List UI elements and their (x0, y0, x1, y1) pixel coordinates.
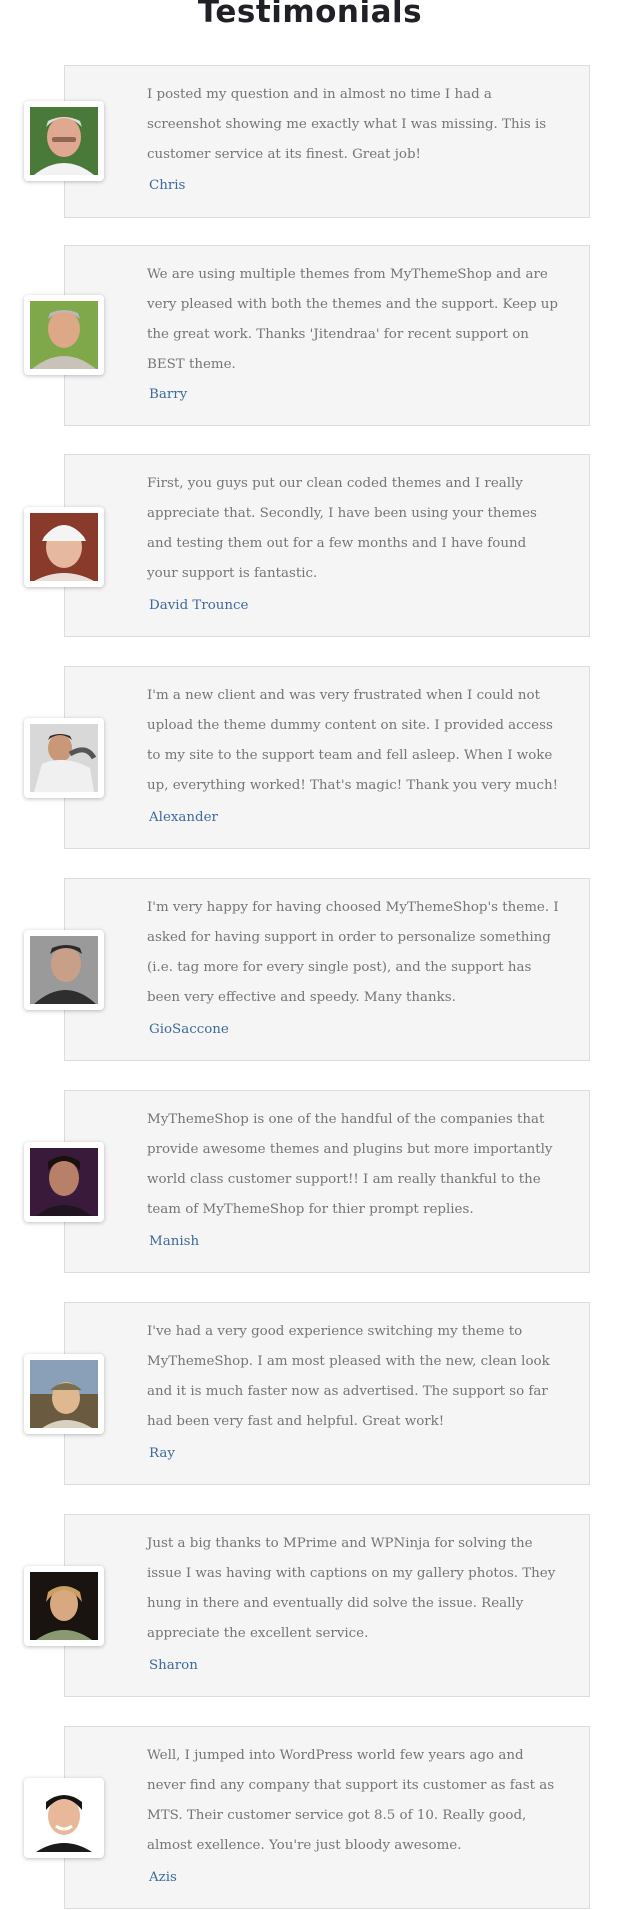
testimonial-card: Just a big thanks to MPrime and WPNinja … (64, 1514, 590, 1697)
testimonial-text: MyThemeShop is one of the handful of the… (147, 1112, 553, 1217)
avatar-photo-icon (30, 301, 98, 369)
testimonial-text: We are using multiple themes from MyThem… (147, 267, 559, 372)
avatar-photo-icon (30, 1784, 98, 1852)
testimonial-author-link[interactable]: Chris (149, 178, 185, 193)
testimonial-card: I'm very happy for having choosed MyThem… (64, 878, 590, 1061)
testimonial-card: Well, I jumped into WordPress world few … (64, 1726, 590, 1909)
testimonial-author-link[interactable]: Alexander (149, 810, 218, 825)
testimonial-text: I posted my question and in almost no ti… (147, 87, 547, 162)
avatar (24, 1566, 104, 1646)
page-title: Testimonials (197, 0, 423, 30)
testimonial-card: I've had a very good experience switchin… (64, 1302, 590, 1485)
avatar (24, 295, 104, 375)
testimonial-card: I posted my question and in almost no ti… (64, 65, 590, 218)
avatar (24, 1142, 104, 1222)
avatar-photo-icon (30, 724, 98, 792)
avatar (24, 930, 104, 1010)
testimonial-text: First, you guys put our clean coded them… (147, 476, 537, 581)
avatar-photo-icon (30, 1360, 98, 1428)
testimonial-text: Well, I jumped into WordPress world few … (147, 1748, 555, 1853)
avatar-photo-icon (30, 513, 98, 581)
avatar-photo-icon (30, 1572, 98, 1640)
testimonial-card: I'm a new client and was very frustrated… (64, 666, 590, 849)
testimonial-author-link[interactable]: Manish (149, 1234, 199, 1249)
testimonial-card: MyThemeShop is one of the handful of the… (64, 1090, 590, 1273)
testimonial-author-link[interactable]: David Trounce (149, 598, 248, 613)
testimonial-author-link[interactable]: Ray (149, 1446, 175, 1461)
avatar-photo-icon (30, 107, 98, 175)
testimonial-card: We are using multiple themes from MyThem… (64, 245, 590, 426)
testimonial-author-link[interactable]: GioSaccone (149, 1022, 229, 1037)
testimonial-author-link[interactable]: Sharon (149, 1658, 198, 1673)
avatar (24, 1354, 104, 1434)
avatar (24, 1778, 104, 1858)
avatar (24, 101, 104, 181)
avatar-photo-icon (30, 1148, 98, 1216)
testimonial-text: I'm a new client and was very frustrated… (147, 688, 558, 793)
avatar (24, 718, 104, 798)
testimonial-author-link[interactable]: Azis (149, 1870, 177, 1885)
testimonial-author-link[interactable]: Barry (149, 387, 187, 402)
testimonial-text: I've had a very good experience switchin… (147, 1324, 550, 1429)
testimonial-text: I'm very happy for having choosed MyThem… (147, 900, 559, 1005)
testimonial-card: First, you guys put our clean coded them… (64, 454, 590, 637)
avatar-photo-icon (30, 936, 98, 1004)
avatar (24, 507, 104, 587)
testimonial-text: Just a big thanks to MPrime and WPNinja … (147, 1536, 556, 1641)
